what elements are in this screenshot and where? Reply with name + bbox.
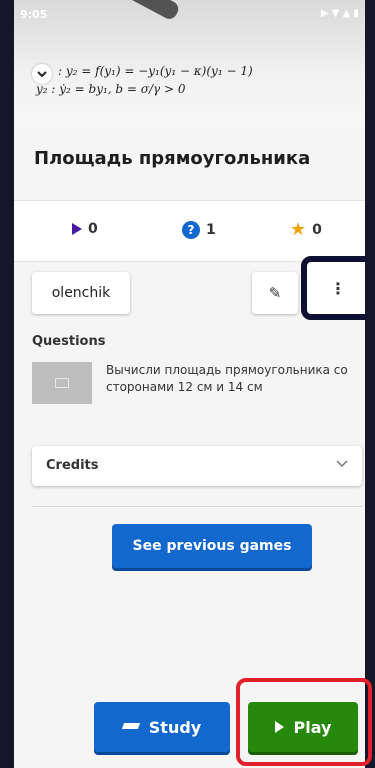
status-time: 9:05 <box>20 8 48 21</box>
edit-button[interactable]: ✎ <box>252 272 298 314</box>
chevron-down-icon <box>336 457 348 471</box>
page-title: Площадь прямоугольника <box>34 148 311 169</box>
credits-dropdown[interactable]: Credits <box>32 446 362 486</box>
app-screen: 9:05 ▶ ▼ ▲ ▮ : y₂ = f(y₁) = −y₁(y₁ − κ)(… <box>14 0 365 768</box>
status-bar: 9:05 ▶ ▼ ▲ ▮ <box>14 0 365 28</box>
more-options-button[interactable]: ⋮ <box>301 256 365 320</box>
favorites-count: 0 <box>312 222 322 238</box>
cover-image: 9:05 ▶ ▼ ▲ ▮ : y₂ = f(y₁) = −y₁(y₁ − κ)(… <box>14 0 365 128</box>
study-button[interactable]: Study <box>94 702 230 752</box>
pencil-icon: ✎ <box>268 284 282 302</box>
question-thumbnail <box>32 362 92 404</box>
graduation-cap-icon <box>123 721 139 733</box>
plays-count: 0 <box>88 221 98 237</box>
formula-line-1: : y₂ = f(y₁) = −y₁(y₁ − κ)(y₁ − 1) <box>58 64 253 78</box>
image-placeholder-icon <box>55 378 69 388</box>
collapse-chevron-icon[interactable] <box>32 64 52 84</box>
questions-count: 1 <box>206 222 216 238</box>
question-icon: ? <box>182 221 200 239</box>
questions-stat: ? 1 <box>182 221 216 239</box>
status-icons: ▶ ▼ ▲ ▮ <box>320 8 359 19</box>
cover-formula: : y₂ = f(y₁) = −y₁(y₁ − κ)(y₁ − 1) y₂ : … <box>36 62 356 98</box>
author-button[interactable]: olenchik <box>32 272 130 314</box>
star-icon: ★ <box>290 219 307 240</box>
more-vertical-icon: ⋮ <box>330 278 346 298</box>
stats-bar: 0 ? 1 ★ 0 <box>14 200 365 262</box>
formula-line-2: y₂ : ẏ₂ = by₁, b = σ/γ > 0 <box>36 82 186 96</box>
questions-heading: Questions <box>32 334 106 349</box>
plays-stat: 0 <box>72 221 98 237</box>
device-frame: 9:05 ▶ ▼ ▲ ▮ : y₂ = f(y₁) = −y₁(y₁ − κ)(… <box>0 0 375 768</box>
see-previous-games-button[interactable]: See previous games <box>112 524 312 568</box>
play-button[interactable]: Play <box>248 702 358 752</box>
question-text: Вычисли площадь прямоугольника со сторон… <box>106 363 348 394</box>
favorites-stat: ★ 0 <box>290 221 322 239</box>
study-label: Study <box>148 717 202 737</box>
credits-label: Credits <box>46 458 99 473</box>
divider <box>32 506 362 507</box>
play-label: Play <box>293 717 332 737</box>
question-item[interactable]: Вычисли площадь прямоугольника со сторон… <box>32 362 362 432</box>
play-icon <box>274 721 284 733</box>
play-count-icon <box>72 223 82 235</box>
